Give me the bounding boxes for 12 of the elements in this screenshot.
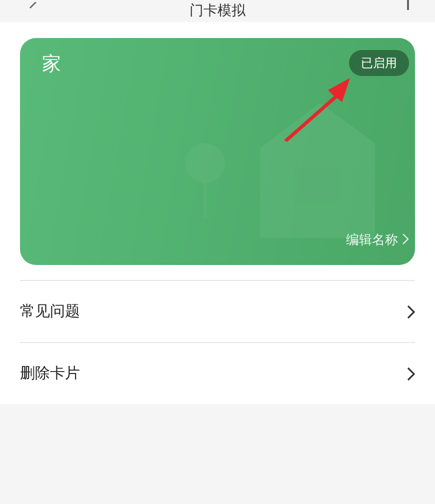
chevron-icon — [407, 366, 415, 380]
chevron-icon — [407, 304, 415, 318]
card-name: 家 — [42, 52, 61, 77]
more-icon[interactable] — [407, 0, 410, 10]
page-title: 门卡模拟 — [190, 2, 246, 21]
menu-item[interactable]: 常见问题 — [20, 280, 415, 342]
menu-item[interactable]: 删除卡片 — [20, 342, 415, 404]
status-badge: 已启用 — [349, 50, 409, 76]
menu-label: 常见问题 — [20, 301, 80, 322]
chevron-icon — [402, 232, 409, 244]
pointer-arrow — [282, 76, 352, 142]
menu-label: 删除卡片 — [20, 363, 80, 384]
